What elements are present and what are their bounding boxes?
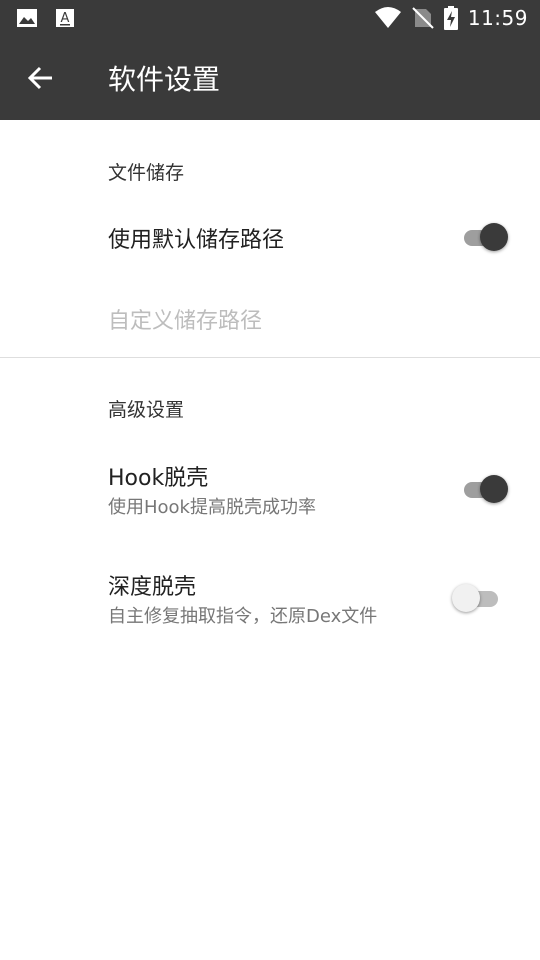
page-title: 软件设置	[108, 63, 221, 96]
no-sim-icon	[412, 7, 434, 29]
pref-use-default-path-title: 使用默认储存路径	[108, 228, 285, 253]
switch-thumb	[452, 584, 480, 612]
svg-text:A: A	[61, 11, 70, 26]
pref-deep-unpack-title: 深度脱壳	[108, 575, 197, 600]
section-header-advanced: 高级设置	[108, 399, 185, 421]
pref-deep-unpack-summary: 自主修复抽取指令，还原Dex文件	[108, 606, 378, 627]
status-bar: A 11:59	[0, 0, 540, 36]
image-icon	[17, 9, 37, 27]
font-download-icon: A	[56, 9, 74, 27]
pref-hook-unpack-summary: 使用Hook提高脱壳成功率	[108, 497, 316, 518]
pref-hook-unpack-title: Hook脱壳	[108, 466, 209, 491]
switch-thumb	[480, 223, 508, 251]
hook-unpack-switch[interactable]	[458, 472, 510, 506]
app-bar: 软件设置	[0, 36, 540, 120]
section-divider	[0, 357, 540, 358]
status-bar-left-icons: A	[16, 8, 76, 28]
switch-thumb	[480, 475, 508, 503]
use-default-path-switch[interactable]	[458, 220, 510, 254]
section-header-storage: 文件储存	[108, 162, 185, 184]
arrow-back-icon[interactable]	[26, 63, 56, 93]
status-bar-right: 11:59	[374, 6, 528, 30]
deep-unpack-switch[interactable]	[452, 581, 504, 615]
status-time: 11:59	[467, 6, 528, 30]
battery-charging-icon	[443, 6, 458, 30]
pref-custom-path: 自定义储存路径	[108, 309, 263, 334]
wifi-icon	[374, 7, 401, 28]
